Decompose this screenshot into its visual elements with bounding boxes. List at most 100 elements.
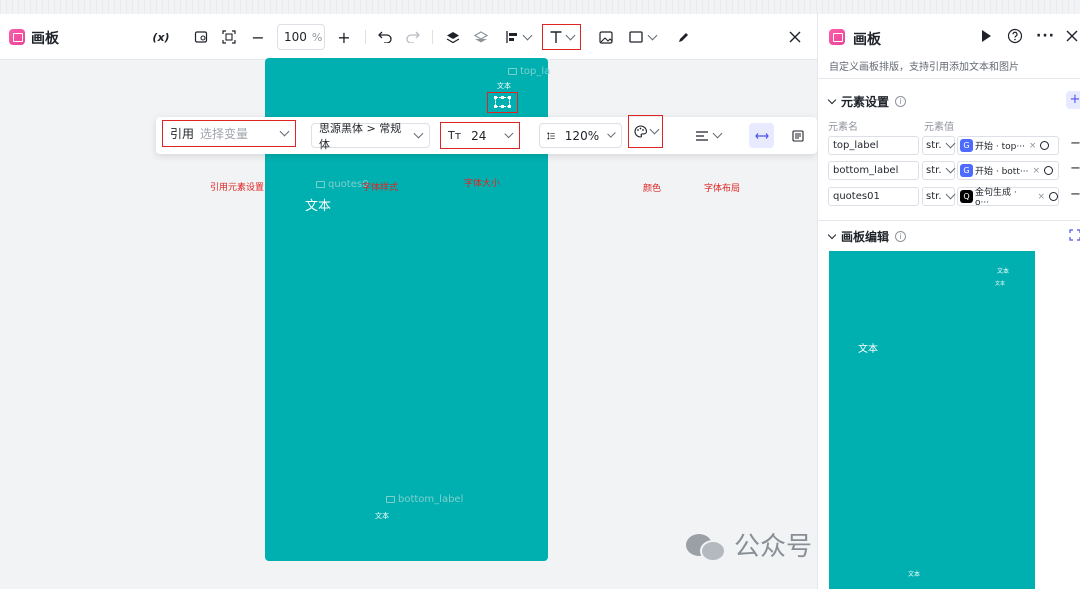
font-family-select[interactable]: 思源黑体 > 常规体: [311, 122, 430, 151]
text-format-toolbar: 引用 选择变量 思源黑体 > 常规体 Tт 24 120%: [156, 115, 817, 154]
add-element-button[interactable]: +: [1066, 91, 1080, 109]
element-settings-header[interactable]: 元素设置 i: [827, 93, 907, 110]
element-type-select[interactable]: str.: [922, 161, 955, 180]
remove-row-button[interactable]: −: [1070, 136, 1080, 151]
top-text-element[interactable]: 文本: [497, 81, 511, 91]
chevron-down-icon: [607, 129, 616, 138]
chevron-down-icon: [945, 189, 955, 200]
element-name-input[interactable]: top_label: [828, 136, 919, 155]
text-box-button[interactable]: [789, 123, 807, 148]
text-element-icon: [508, 68, 517, 75]
align-left-icon: [505, 31, 517, 43]
line-height-icon: [547, 131, 555, 140]
align-dropdown[interactable]: [502, 26, 534, 48]
divider: [818, 78, 1080, 79]
annotation-layout: 字体布局: [704, 184, 741, 194]
wechat-icon: [686, 530, 726, 562]
remove-row-button[interactable]: −: [1070, 161, 1080, 176]
clear-icon[interactable]: ×: [1032, 166, 1040, 176]
chevron-down-icon: [712, 128, 723, 139]
preview-bottom-text: 文本: [908, 571, 921, 578]
zoom-out-icon[interactable]: −: [250, 26, 266, 48]
clear-icon[interactable]: ×: [1029, 141, 1037, 151]
settings-icon[interactable]: [1040, 141, 1050, 150]
run-icon[interactable]: [980, 29, 992, 46]
palette-icon: [634, 125, 647, 138]
undo-icon[interactable]: [376, 26, 394, 48]
preview-top-sub: 文本: [995, 281, 1006, 287]
chevron-down-icon: [522, 30, 532, 40]
reference-variable-select[interactable]: 引用 选择变量: [162, 120, 296, 147]
preview-top-text: 文本: [997, 268, 1010, 275]
column-header-name: 元素名: [828, 122, 858, 133]
text-t-icon: [550, 31, 562, 43]
bottom-text-element[interactable]: 文本: [375, 511, 389, 521]
chevron-down-icon: [649, 124, 659, 135]
font-size-select[interactable]: Tт 24: [440, 122, 520, 149]
element-value-field[interactable]: Q 金句生成 · o··· ×: [957, 187, 1059, 208]
text-color-picker[interactable]: [628, 115, 663, 148]
expand-icon[interactable]: [1069, 229, 1080, 244]
annotation-font-size: 字体大小: [464, 179, 501, 189]
element-name-input[interactable]: quotes01: [828, 187, 919, 206]
top-label-tag: top_la: [508, 66, 550, 77]
text-tool-button[interactable]: [542, 24, 581, 50]
settings-icon[interactable]: [1044, 166, 1053, 175]
close-icon[interactable]: [786, 28, 804, 46]
remove-row-button[interactable]: −: [1070, 187, 1080, 202]
element-type-select[interactable]: str.: [922, 187, 955, 206]
pen-tool-icon[interactable]: [674, 26, 692, 48]
chevron-down-icon: [945, 163, 955, 174]
properties-panel: 画板 ··· 自定义画板排版，支持引用添加文本和图片 元素设置 i + 元素名 …: [817, 14, 1080, 589]
annotation-font-style: 字体样式: [362, 183, 399, 193]
more-icon[interactable]: ···: [1036, 28, 1055, 44]
close-icon[interactable]: [1065, 29, 1079, 46]
chevron-down-icon: [827, 95, 837, 105]
zoom-in-icon[interactable]: +: [336, 26, 352, 48]
chevron-down-icon: [647, 30, 657, 40]
element-value-field[interactable]: G 开始 · top··· ×: [957, 136, 1059, 155]
chevron-down-icon: [504, 129, 514, 138]
zoom-value: 100: [284, 30, 307, 44]
rectangle-icon: [628, 31, 643, 43]
fit-screen-icon[interactable]: [220, 26, 238, 48]
variable-icon[interactable]: (x): [152, 26, 170, 48]
canvas-settings-icon[interactable]: [192, 26, 210, 48]
line-height-select[interactable]: 120%: [539, 123, 622, 148]
document-icon: [792, 129, 804, 142]
info-icon[interactable]: i: [895, 96, 907, 107]
column-header-value: 元素值: [924, 122, 954, 133]
horizontal-text-button[interactable]: [749, 123, 774, 148]
font-size-icon: Tт: [448, 129, 462, 142]
settings-icon[interactable]: [1049, 192, 1059, 201]
chevron-down-icon: [413, 128, 424, 139]
quotes-text-element[interactable]: 文本: [305, 195, 331, 214]
element-name-input[interactable]: bottom_label: [828, 161, 919, 180]
layer-down-icon[interactable]: [472, 26, 490, 48]
element-type-select[interactable]: str.: [922, 136, 955, 155]
zoom-input[interactable]: 100 %: [277, 24, 325, 50]
chevron-down-icon: [827, 230, 837, 240]
bottom-label-tag: bottom_label: [386, 494, 463, 505]
redo-icon[interactable]: [404, 26, 422, 48]
panel-description: 自定义画板排版，支持引用添加文本和图片: [829, 62, 1019, 73]
canvas-app-icon: [9, 29, 25, 45]
canvas-preview[interactable]: 文本 文本 文本 文本: [829, 251, 1035, 589]
selected-element-outline[interactable]: [487, 92, 518, 113]
divider: [432, 30, 433, 44]
help-icon[interactable]: [1007, 28, 1023, 47]
info-icon[interactable]: i: [895, 231, 907, 242]
chevron-down-icon: [945, 138, 955, 149]
canvas-edit-header[interactable]: 画板编辑 i: [827, 228, 907, 245]
selection-handles[interactable]: [494, 96, 511, 108]
divider: [365, 30, 366, 44]
image-tool-icon[interactable]: [597, 26, 615, 48]
element-value-field[interactable]: G 开始 · bott··· ×: [957, 161, 1059, 180]
layer-up-icon[interactable]: [444, 26, 462, 48]
shape-tool-dropdown[interactable]: [626, 26, 658, 48]
text-align-dropdown[interactable]: [696, 123, 724, 148]
chevron-down-icon: [279, 126, 290, 137]
quotes-label-tag: quotes0: [316, 179, 368, 190]
clear-icon[interactable]: ×: [1037, 192, 1045, 202]
preview-quotes-text: 文本: [858, 344, 878, 355]
